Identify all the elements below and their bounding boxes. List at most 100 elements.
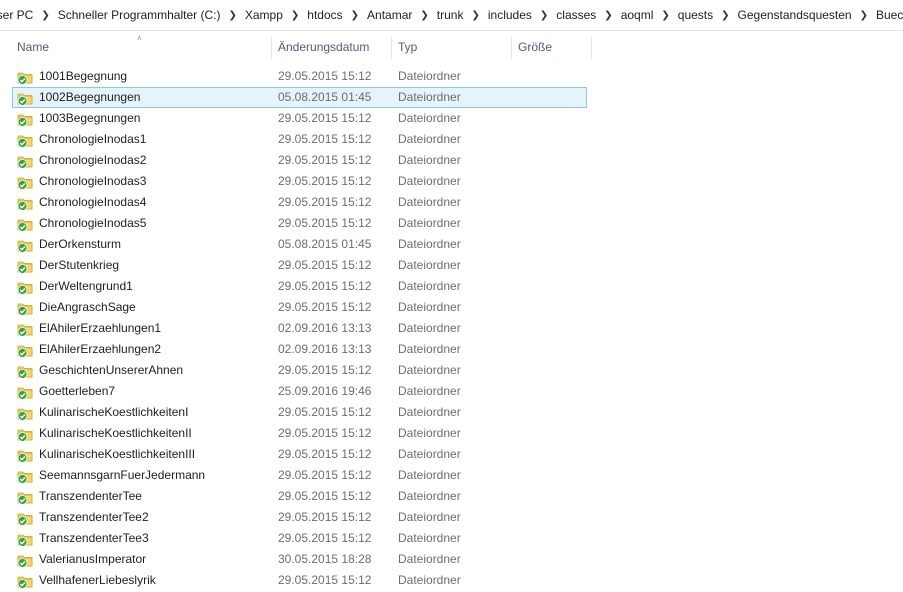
- file-name: GeschichtenUnsererAhnen: [39, 363, 184, 377]
- folder-synced-icon: [17, 174, 33, 190]
- table-row[interactable]: DerWeltengrund1 29.05.2015 15:12 Dateiordn…: [12, 276, 587, 297]
- column-divider[interactable]: [391, 37, 392, 59]
- file-name: ChronologieInodas2: [39, 153, 147, 167]
- breadcrumb-item[interactable]: Schneller Programmhalter (C:): [53, 8, 226, 22]
- file-name: TranszendenterTee3: [39, 531, 149, 545]
- file-date: 29.05.2015 15:12: [278, 531, 372, 545]
- breadcrumb-item[interactable]: Antamar: [362, 8, 417, 22]
- breadcrumb-separator-icon[interactable]: ❯: [225, 10, 239, 21]
- table-row[interactable]: GeschichtenUnsererAhnen 29.05.2015 15:12 D…: [12, 360, 587, 381]
- file-type: Dateiordner: [398, 510, 461, 524]
- file-date: 29.05.2015 15:12: [278, 573, 372, 587]
- breadcrumb-item[interactable]: Gegenstandsquesten: [733, 8, 857, 22]
- column-divider[interactable]: [511, 37, 512, 59]
- table-row[interactable]: ChronologieInodas4 29.05.2015 15:12 Dateio…: [12, 192, 587, 213]
- file-name: TranszendenterTee: [39, 489, 142, 503]
- folder-synced-icon: [17, 153, 33, 169]
- file-date: 29.05.2015 15:12: [278, 363, 372, 377]
- file-name: ChronologieInodas1: [39, 132, 147, 146]
- folder-synced-icon: [17, 363, 33, 379]
- file-date: 29.05.2015 15:12: [278, 174, 372, 188]
- breadcrumb-separator-icon[interactable]: ❯: [38, 10, 52, 21]
- folder-synced-icon: [17, 90, 33, 106]
- table-row[interactable]: KulinarischeKoestlichkeitenIII 29.05.2015…: [12, 444, 587, 465]
- table-row[interactable]: ChronologieInodas3 29.05.2015 15:12 Dateio…: [12, 171, 587, 192]
- table-row[interactable]: TranszendenterTee3 29.05.2015 15:12 Dateio…: [12, 528, 587, 549]
- breadcrumb-item[interactable]: eser PC: [0, 8, 38, 22]
- table-row[interactable]: ElAhilerErzaehlungen2 02.09.2016 13:13 Dat…: [12, 339, 587, 360]
- file-name: DerOrkensturm: [39, 237, 122, 251]
- folder-synced-icon: [17, 426, 33, 442]
- folder-synced-icon: [17, 258, 33, 274]
- column-header-type[interactable]: Typ: [398, 35, 506, 60]
- breadcrumb-separator-icon[interactable]: ❯: [718, 10, 732, 21]
- breadcrumb-item[interactable]: aoqml: [616, 8, 659, 22]
- file-type: Dateiordner: [398, 405, 461, 419]
- table-row[interactable]: DerOrkensturm 05.08.2015 01:45 Dateiordner: [12, 234, 587, 255]
- file-type: Dateiordner: [398, 216, 461, 230]
- column-header: ˄ Name Änderungsdatum Typ Größe: [0, 35, 903, 60]
- table-row[interactable]: DieAngraschSage 29.05.2015 15:12 Dateiordn…: [12, 297, 587, 318]
- folder-synced-icon: [17, 237, 33, 253]
- breadcrumb-item[interactable]: includes: [483, 8, 537, 22]
- breadcrumb-item[interactable]: htdocs: [302, 8, 347, 22]
- table-row[interactable]: VellhafenerLiebeslyrik 29.05.2015 15:12 Da…: [12, 570, 587, 591]
- column-header-size[interactable]: Größe: [518, 35, 588, 60]
- column-divider[interactable]: [271, 37, 272, 59]
- folder-synced-icon: [17, 342, 33, 358]
- table-row[interactable]: KulinarischeKoestlichkeitenI 29.05.2015 1…: [12, 402, 587, 423]
- file-name: ElAhilerErzaehlungen2: [39, 342, 162, 356]
- breadcrumb-separator-icon[interactable]: ❯: [601, 10, 615, 21]
- breadcrumb-separator-icon[interactable]: ❯: [658, 10, 672, 21]
- table-row[interactable]: ElAhilerErzaehlungen1 02.09.2016 13:13 Dat…: [12, 318, 587, 339]
- breadcrumb-separator-icon[interactable]: ❯: [417, 10, 431, 21]
- breadcrumb-item[interactable]: quests: [673, 8, 718, 22]
- file-type: Dateiordner: [398, 153, 461, 167]
- folder-synced-icon: [17, 552, 33, 568]
- file-name: ValerianusImperator: [39, 552, 147, 566]
- breadcrumb-separator-icon[interactable]: ❯: [537, 10, 551, 21]
- table-row[interactable]: ValerianusImperator 30.05.2015 18:28 Datei…: [12, 549, 587, 570]
- table-row[interactable]: ChronologieInodas5 29.05.2015 15:12 Dateio…: [12, 213, 587, 234]
- breadcrumb-separator-icon[interactable]: ❯: [468, 10, 482, 21]
- table-row[interactable]: ChronologieInodas2 29.05.2015 15:12 Dateio…: [12, 150, 587, 171]
- column-header-date[interactable]: Änderungsdatum: [278, 35, 391, 60]
- breadcrumb-item[interactable]: classes: [551, 8, 601, 22]
- file-date: 29.05.2015 15:12: [278, 279, 372, 293]
- folder-synced-icon: [17, 384, 33, 400]
- table-row[interactable]: KulinarischeKoestlichkeitenII 29.05.2015 …: [12, 423, 587, 444]
- file-name: 1003Begegnungen: [39, 111, 141, 125]
- file-type: Dateiordner: [398, 426, 461, 440]
- breadcrumb-item[interactable]: Xampp: [240, 8, 288, 22]
- column-divider[interactable]: [591, 37, 592, 59]
- file-name: KulinarischeKoestlichkeitenI: [39, 405, 189, 419]
- file-type: Dateiordner: [398, 69, 461, 83]
- file-type: Dateiordner: [398, 258, 461, 272]
- table-row[interactable]: 1001Begegnung 29.05.2015 15:12 Dateiordner: [12, 66, 587, 87]
- breadcrumb-separator-icon[interactable]: ❯: [857, 10, 871, 21]
- file-name: ChronologieInodas3: [39, 174, 147, 188]
- table-row[interactable]: 1003Begegnungen 29.05.2015 15:12 Dateiordn…: [12, 108, 587, 129]
- breadcrumb-separator-icon[interactable]: ❯: [288, 10, 302, 21]
- table-row[interactable]: TranszendenterTee 29.05.2015 15:12 Dateior…: [12, 486, 587, 507]
- folder-synced-icon: [17, 573, 33, 589]
- table-row[interactable]: Goetterleben7 25.09.2016 19:46 Dateiordner: [12, 381, 587, 402]
- table-row[interactable]: ChronologieInodas1 29.05.2015 15:12 Dateio…: [12, 129, 587, 150]
- table-row[interactable]: 1002Begegnungen 05.08.2015 01:45 Dateiordn…: [12, 87, 587, 108]
- table-row[interactable]: TranszendenterTee2 29.05.2015 15:12 Dateio…: [12, 507, 587, 528]
- file-date: 29.05.2015 15:12: [278, 447, 372, 461]
- breadcrumb-separator-icon[interactable]: ❯: [348, 10, 362, 21]
- file-name: 1001Begegnung: [39, 69, 128, 83]
- folder-synced-icon: [17, 510, 33, 526]
- breadcrumb-item[interactable]: Buecher: [871, 8, 903, 22]
- file-date: 30.05.2015 18:28: [278, 552, 372, 566]
- folder-synced-icon: [17, 111, 33, 127]
- folder-synced-icon: [17, 69, 33, 85]
- breadcrumb-item[interactable]: trunk: [432, 8, 469, 22]
- table-row[interactable]: SeemannsgarnFuerJedermann 29.05.2015 15:1…: [12, 465, 587, 486]
- file-name: 1002Begegnungen: [39, 90, 141, 104]
- column-header-name[interactable]: Name: [17, 35, 269, 60]
- file-date: 05.08.2015 01:45: [278, 90, 372, 104]
- table-row[interactable]: DerStutenkrieg 29.05.2015 15:12 Dateiordne…: [12, 255, 587, 276]
- folder-synced-icon: [17, 468, 33, 484]
